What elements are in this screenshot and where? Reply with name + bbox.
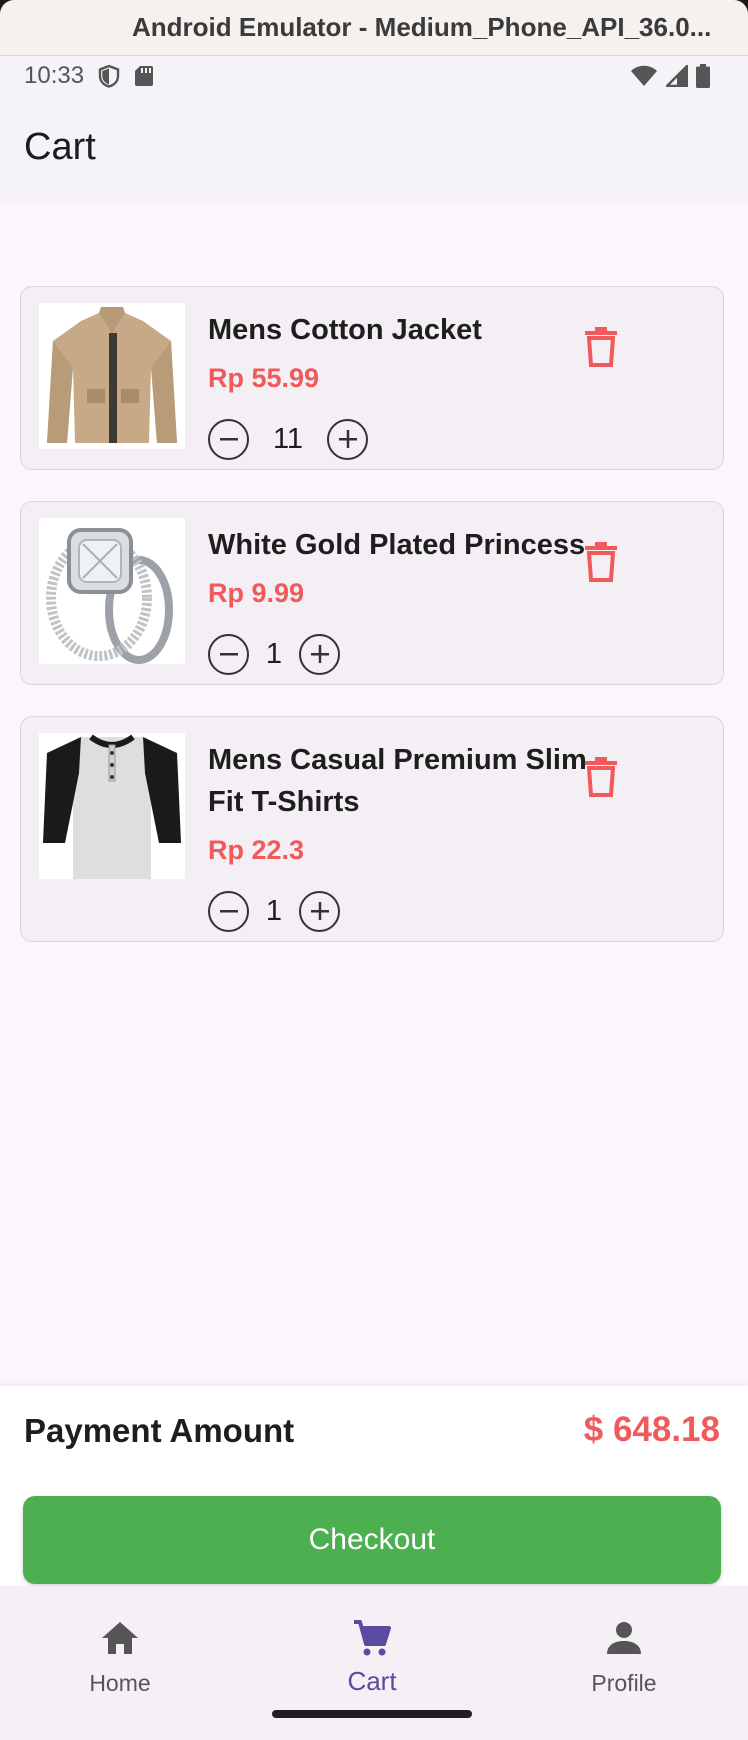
nav-item-cart[interactable]: Cart	[272, 1586, 472, 1706]
nav-label-home: Home	[89, 1670, 151, 1696]
plus-icon	[310, 902, 329, 920]
gesture-home-indicator[interactable]	[272, 1710, 472, 1718]
decrease-quantity-button[interactable]	[208, 890, 249, 932]
app-bar: Cart	[0, 100, 748, 202]
cart-item: Mens Casual Premium Slim Fit T-Shirts Rp…	[20, 716, 724, 942]
quantity-stepper: 1	[208, 889, 340, 933]
person-icon	[607, 1622, 641, 1654]
quantity-stepper: 1	[208, 632, 340, 676]
window-title: Android Emulator - Medium_Phone_API_36.0…	[132, 12, 712, 42]
tshirt-image	[39, 733, 185, 879]
increase-quantity-button[interactable]	[299, 633, 340, 675]
item-price: Rp 55.99	[208, 363, 320, 393]
payment-amount-value: $ 648.18	[583, 1410, 720, 1449]
quantity-value: 1	[265, 637, 283, 670]
status-bar: 10:33	[0, 56, 748, 100]
quantity-value: 1	[265, 894, 283, 927]
shield-icon	[98, 64, 120, 88]
item-name: Mens Cotton Jacket	[208, 314, 482, 346]
cart-item: White Gold Plated Princess Rp 9.99 1	[20, 501, 724, 685]
payment-amount-label: Payment Amount	[24, 1412, 295, 1449]
decrease-quantity-button[interactable]	[208, 418, 249, 460]
page-title: Cart	[24, 126, 96, 168]
plus-icon	[338, 430, 357, 448]
item-price: Rp 9.99	[208, 578, 305, 608]
increase-quantity-button[interactable]	[327, 418, 368, 460]
increase-quantity-button[interactable]	[299, 890, 340, 932]
plus-icon	[310, 645, 329, 663]
wifi-icon	[631, 65, 657, 86]
emulator-window-bar: Android Emulator - Medium_Phone_API_36.0…	[0, 0, 748, 56]
nav-label-cart: Cart	[347, 1666, 397, 1696]
cart-icon	[354, 1620, 391, 1656]
ring-image	[39, 518, 185, 664]
minus-icon	[219, 910, 238, 913]
payment-panel: Payment Amount $ 648.18 Checkout	[0, 1386, 748, 1586]
item-name: White Gold Plated Princess	[208, 529, 586, 561]
phone-screen: 10:33 Cart Mens Cotton Jacket Rp 55.99 1…	[0, 56, 748, 1740]
item-name: Mens Casual Premium Slim Fit T-Shirts	[208, 744, 587, 818]
quantity-stepper: 11	[208, 417, 368, 461]
minus-icon	[219, 438, 238, 441]
signal-icon	[666, 65, 688, 87]
jacket-image	[39, 303, 185, 449]
delete-icon[interactable]	[579, 325, 623, 369]
quantity-value: 11	[272, 422, 304, 455]
nav-item-profile[interactable]: Profile	[524, 1586, 724, 1706]
delete-icon[interactable]	[579, 755, 623, 799]
minus-icon	[219, 653, 238, 656]
sd-card-icon	[135, 66, 153, 86]
status-time: 10:33	[24, 62, 85, 89]
cart-item: Mens Cotton Jacket Rp 55.99 11	[20, 286, 724, 470]
home-icon	[102, 1622, 138, 1654]
item-price: Rp 22.3	[208, 835, 305, 865]
nav-item-home[interactable]: Home	[20, 1586, 220, 1706]
decrease-quantity-button[interactable]	[208, 633, 249, 675]
delete-icon[interactable]	[579, 540, 623, 584]
checkout-button[interactable]: Checkout	[23, 1496, 721, 1584]
nav-label-profile: Profile	[591, 1670, 657, 1696]
battery-icon	[696, 64, 710, 88]
